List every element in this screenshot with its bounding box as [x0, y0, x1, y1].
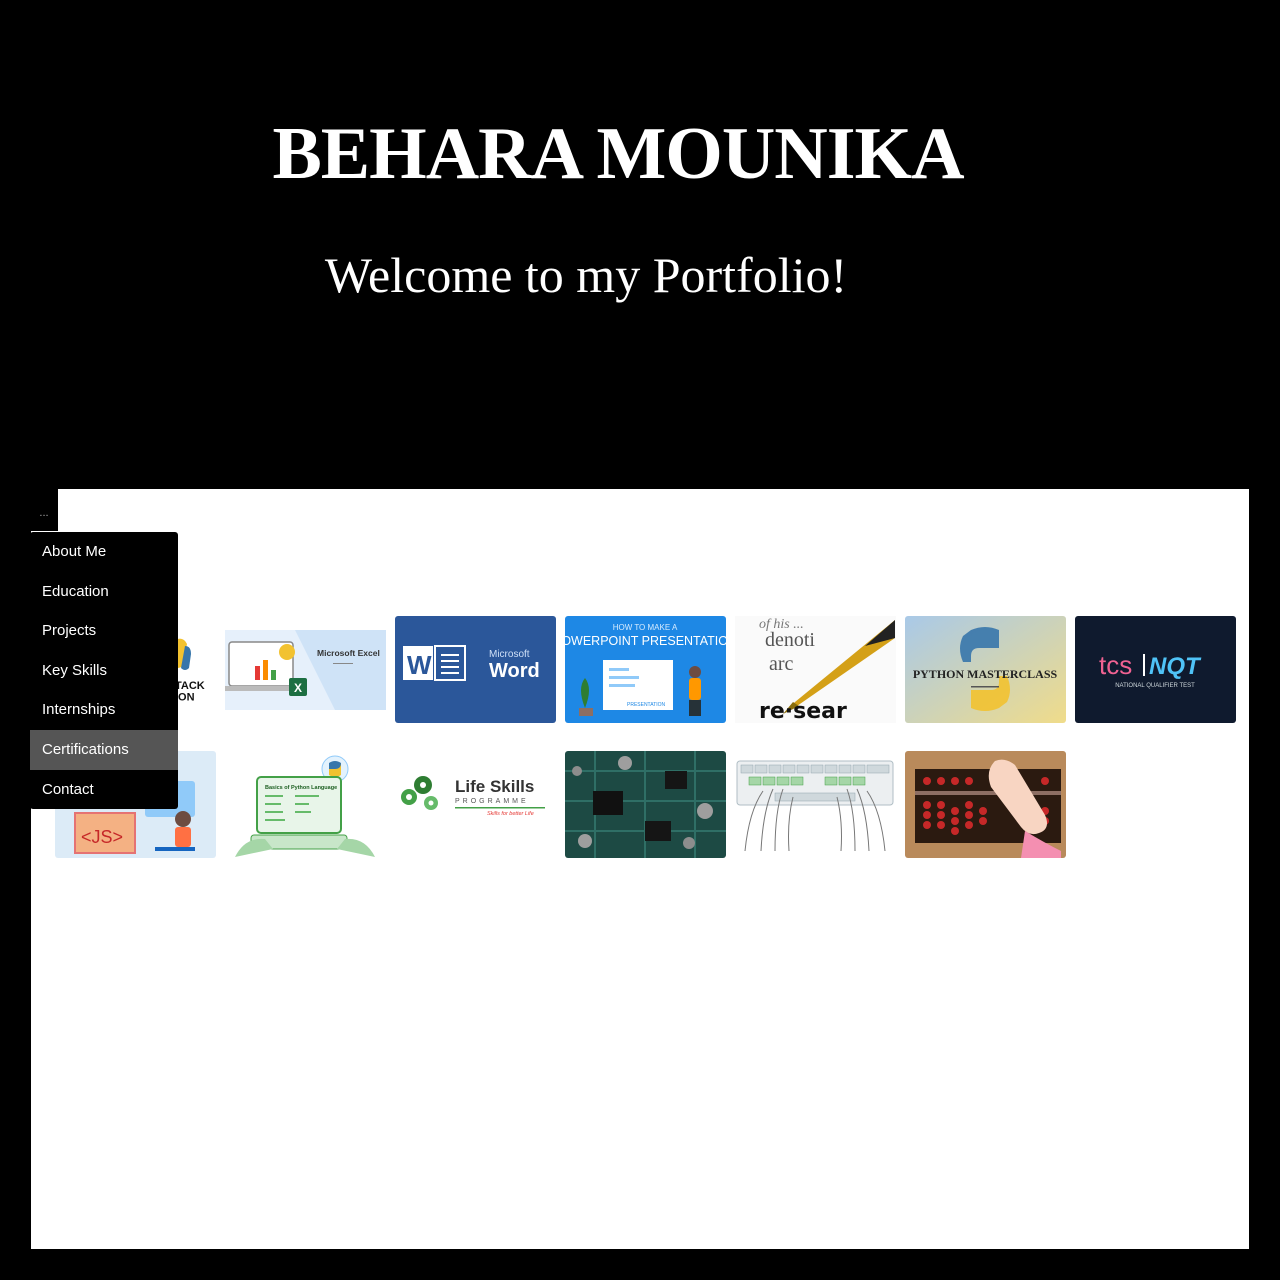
- word-line2: Word: [489, 660, 540, 682]
- certificate-powerpoint[interactable]: HOW TO MAKE A POWERPOINT PRESENTATION PR…: [565, 616, 726, 723]
- research-line4: re·sear: [759, 699, 847, 723]
- menu-item-key-skills[interactable]: Key Skills: [30, 651, 178, 691]
- tcs-brand2: NQT: [1149, 653, 1202, 680]
- tcs-brand: tcs: [1099, 650, 1132, 680]
- tcs-subtitle: NATIONAL QUALIFIER TEST: [1115, 683, 1195, 689]
- word-line1: Microsoft: [489, 649, 530, 660]
- svg-text:X: X: [294, 681, 302, 695]
- welcome-subtitle: Welcome to my Portfolio!: [324, 247, 848, 303]
- certifications-panel: TACK ION X Microsoft Excel W Microsoft W…: [31, 489, 1249, 1249]
- certificate-research[interactable]: of his ... denoti arc re·sear: [735, 616, 896, 723]
- certificate-tcs-nqt[interactable]: tcs NQT NATIONAL QUALIFIER TEST: [1075, 616, 1236, 723]
- research-line3: arc: [769, 653, 794, 675]
- nav-menu: About Me Education Projects Key Skills I…: [30, 532, 178, 809]
- python-masterclass-title: PYTHON MASTERCLASS: [913, 667, 1058, 681]
- menu-item-certifications[interactable]: Certifications: [30, 729, 178, 770]
- python-language-title: Basics of Python Language: [265, 785, 337, 791]
- menu-item-contact[interactable]: Contact: [30, 770, 178, 810]
- research-line2: denoti: [765, 629, 815, 651]
- menu-item-projects[interactable]: Projects: [30, 611, 178, 651]
- certificate-life-skills[interactable]: Life Skills PROGRAMME Skills for better …: [395, 751, 556, 858]
- certificate-excel[interactable]: X Microsoft Excel: [225, 630, 386, 710]
- menu-item-internships[interactable]: Internships: [30, 690, 178, 730]
- certificate-python-language[interactable]: Basics of Python Language: [225, 751, 386, 858]
- menu-toggle-button[interactable]: ...: [30, 489, 58, 531]
- life-skills-line2: PROGRAMME: [455, 798, 529, 805]
- word-icon: W: [407, 650, 432, 680]
- menu-item-about-me[interactable]: About Me: [30, 532, 178, 572]
- life-skills-line1: Life Skills: [455, 777, 534, 796]
- certificate-abacus[interactable]: [905, 751, 1066, 858]
- certificate-python-masterclass[interactable]: PYTHON MASTERCLASS: [905, 616, 1066, 723]
- certificate-electronics[interactable]: [565, 751, 726, 858]
- ppt-line2: POWERPOINT PRESENTATION: [565, 634, 726, 648]
- certificate-word[interactable]: W Microsoft Word: [395, 616, 556, 723]
- ppt-inner: PRESENTATION: [627, 702, 666, 708]
- js-tag: <JS>: [81, 827, 123, 847]
- life-skills-line3: Skills for better Life: [487, 811, 534, 817]
- menu-item-education[interactable]: Education: [30, 572, 178, 612]
- ppt-line1: HOW TO MAKE A: [613, 623, 678, 632]
- excel-title: Microsoft Excel: [317, 648, 380, 658]
- page-title: BEHARA MOUNIKA: [272, 113, 964, 195]
- certificate-typing[interactable]: [735, 751, 896, 858]
